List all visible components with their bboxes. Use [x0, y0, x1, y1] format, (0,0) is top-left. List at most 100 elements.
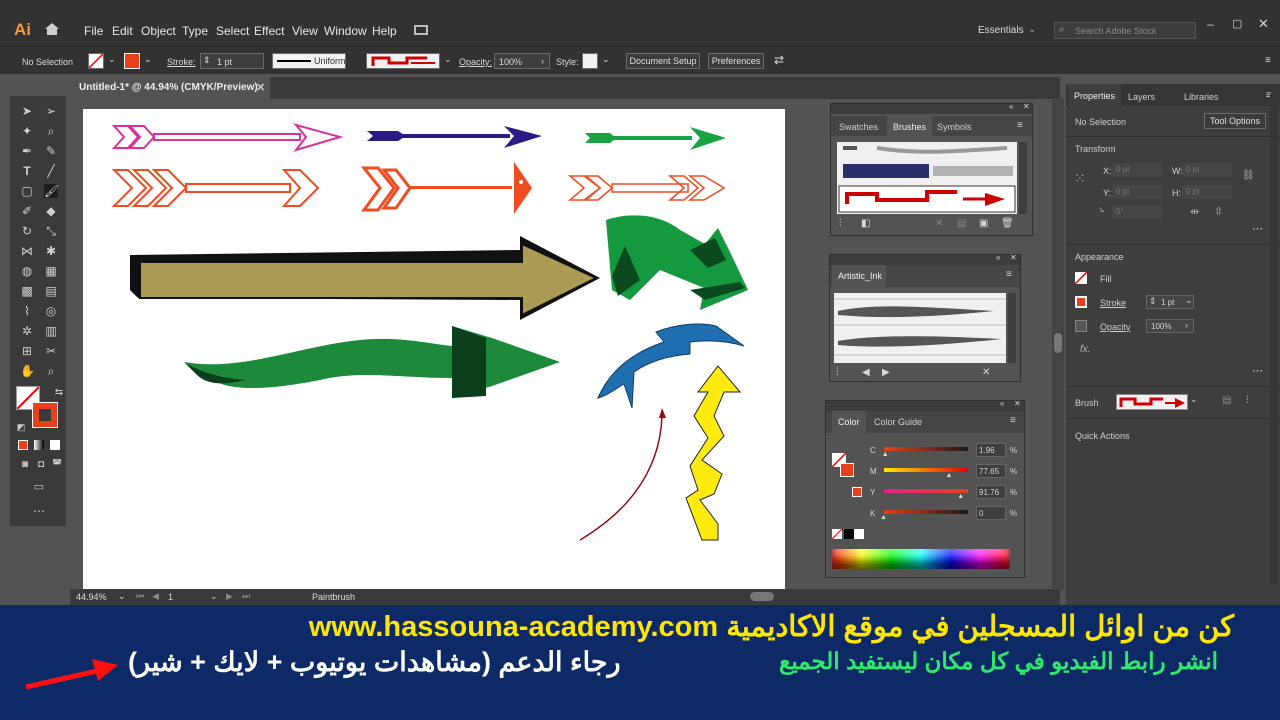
menu-window[interactable]: Window: [324, 24, 367, 38]
minimize-icon[interactable]: –: [1207, 17, 1214, 31]
workspace-switcher[interactable]: Essentials: [978, 25, 1024, 36]
stroke-label[interactable]: Stroke:: [167, 57, 196, 67]
close-panel-icon[interactable]: ✕: [1023, 102, 1030, 111]
stroke-weight-field[interactable]: ⇕ 1 pt: [200, 53, 264, 69]
screen-mode-icon[interactable]: ▭: [32, 480, 46, 494]
color-mode-icon[interactable]: [18, 440, 28, 450]
first-artboard-icon[interactable]: ⏮: [136, 591, 144, 602]
brush-options-icon[interactable]: ▤: [1222, 395, 1231, 406]
channel-m-thumb[interactable]: ▲: [946, 472, 953, 479]
chevron-down-icon[interactable]: ⌄: [1185, 295, 1193, 306]
variable-width-profile[interactable]: Uniform: [272, 53, 346, 69]
previous-library-icon[interactable]: ◀: [862, 367, 870, 378]
channel-y-value[interactable]: 91.76: [976, 485, 1006, 499]
arrange-documents-icon[interactable]: [414, 25, 428, 35]
more-options-icon[interactable]: ⋯: [1252, 222, 1263, 235]
eyedropper-icon[interactable]: ⌇: [20, 304, 34, 318]
arrange-icon[interactable]: ⇄: [774, 53, 784, 67]
menu-object[interactable]: Object: [141, 24, 176, 38]
chevron-down-icon[interactable]: ⌄: [210, 591, 218, 602]
preferences-button[interactable]: Preferences: [708, 53, 764, 69]
direct-selection-tool-icon[interactable]: ➢: [44, 104, 58, 118]
channel-c-thumb[interactable]: ▲: [882, 451, 889, 458]
channel-k-thumb[interactable]: ▲: [880, 514, 887, 521]
close-panel-icon[interactable]: ✕: [1014, 399, 1021, 408]
zoom-tool-icon[interactable]: ⌕: [44, 364, 58, 378]
perspective-grid-icon[interactable]: ▦: [44, 264, 58, 278]
opacity-field[interactable]: 100% ›: [494, 53, 550, 69]
tab-brushes[interactable]: Brushes: [887, 116, 933, 136]
artboard[interactable]: [83, 109, 785, 589]
magic-wand-icon[interactable]: ✦: [20, 124, 34, 138]
chevron-down-icon[interactable]: ⌄: [144, 54, 152, 65]
flip-horizontal-icon[interactable]: ⇹: [1190, 205, 1199, 218]
shape-builder-icon[interactable]: ◍: [20, 264, 34, 278]
default-colors-icon[interactable]: ◩: [14, 420, 28, 434]
opacity-label[interactable]: Opacity: [1100, 322, 1131, 332]
vertical-scrollbar-thumb[interactable]: [1054, 333, 1062, 353]
rectangle-tool-icon[interactable]: ▢: [20, 184, 34, 198]
libraries-panel-icon[interactable]: ◧: [861, 218, 870, 229]
brush-libraries-icon[interactable]: ⫶: [1246, 395, 1249, 406]
column-graph-icon[interactable]: ▥: [44, 324, 58, 338]
fill-swatch[interactable]: [88, 53, 104, 69]
stroke-indicator[interactable]: [32, 402, 58, 428]
h-field[interactable]: 0 pt: [1182, 185, 1232, 199]
flip-vertical-icon[interactable]: ⇳: [1214, 205, 1223, 218]
selection-tool-icon[interactable]: ➤: [20, 104, 34, 118]
options-icon[interactable]: ▤: [957, 218, 966, 229]
next-artboard-icon[interactable]: ▶: [226, 591, 233, 602]
menu-file[interactable]: File: [84, 24, 103, 38]
artboard-number[interactable]: 1: [168, 592, 173, 602]
tab-swatches[interactable]: Swatches: [839, 122, 878, 132]
properties-scrollbar[interactable]: [1270, 94, 1278, 584]
rotate-field[interactable]: 0°: [1112, 205, 1162, 219]
home-icon[interactable]: [44, 22, 60, 36]
horizontal-scrollbar-thumb[interactable]: [750, 592, 774, 601]
blend-tool-icon[interactable]: ◎: [44, 304, 58, 318]
maximize-icon[interactable]: ▢: [1232, 17, 1242, 30]
panel-menu-icon[interactable]: ≡: [1010, 415, 1016, 426]
puppet-warp-icon[interactable]: ✱: [44, 244, 58, 258]
rotate-tool-icon[interactable]: ↻: [20, 224, 34, 238]
panel-menu-icon[interactable]: ≡: [1017, 120, 1023, 131]
stroke-weight-field[interactable]: ⇕ 1 pt ⌄: [1146, 295, 1194, 309]
gradient-tool-icon[interactable]: ▤: [44, 284, 58, 298]
delete-brush-icon[interactable]: 🗑: [1001, 218, 1014, 229]
draw-inside-icon[interactable]: ◚: [50, 458, 64, 472]
none-swatch[interactable]: [831, 528, 843, 540]
panel-menu-icon[interactable]: ≡: [1006, 269, 1012, 280]
artistic-ink-list[interactable]: [834, 293, 1006, 363]
vertical-scrollbar[interactable]: [1052, 99, 1064, 589]
white-swatch[interactable]: [854, 529, 864, 539]
tab-color[interactable]: Color: [832, 411, 866, 433]
collapse-icon[interactable]: «: [1009, 102, 1013, 111]
y-field[interactable]: 0 pt: [1112, 185, 1162, 199]
document-setup-button[interactable]: Document Setup: [626, 53, 700, 69]
channel-c-slider[interactable]: ▲: [882, 447, 968, 458]
brush-selector[interactable]: [1116, 394, 1188, 410]
stroke-swatch[interactable]: [1075, 296, 1087, 308]
paintbrush-tool-icon[interactable]: 🖌: [44, 184, 59, 198]
collapse-icon[interactable]: «: [996, 253, 1000, 262]
tool-options-button[interactable]: Tool Options: [1204, 113, 1266, 129]
more-options-icon[interactable]: ⋯: [1252, 364, 1263, 377]
brush-list-scrollbar[interactable]: [1019, 142, 1027, 214]
symbol-sprayer-icon[interactable]: ✲: [20, 324, 34, 338]
close-panel-icon[interactable]: ✕: [1010, 253, 1017, 262]
zoom-level[interactable]: 44.94%: [76, 592, 107, 602]
type-tool-icon[interactable]: T: [20, 164, 34, 178]
channel-k-value[interactable]: 0: [976, 506, 1006, 520]
pen-tool-icon[interactable]: ✒: [20, 144, 34, 158]
channel-c-value[interactable]: 1.96: [976, 443, 1006, 457]
opacity-field[interactable]: 100% ›: [1146, 319, 1194, 333]
draw-behind-icon[interactable]: ◘: [34, 458, 48, 472]
chevron-down-icon[interactable]: ⌄: [602, 54, 610, 65]
shaper-tool-icon[interactable]: ✐: [20, 204, 34, 218]
tab-properties[interactable]: Properties: [1068, 84, 1122, 106]
constrain-proportions-icon[interactable]: ⛓: [1242, 170, 1255, 181]
new-brush-icon[interactable]: ▣: [979, 218, 988, 229]
tab-artistic-ink[interactable]: Artistic_Ink: [832, 265, 886, 287]
chevron-down-icon[interactable]: ⌄: [1190, 394, 1198, 405]
fill-swatch[interactable]: [1074, 271, 1088, 285]
